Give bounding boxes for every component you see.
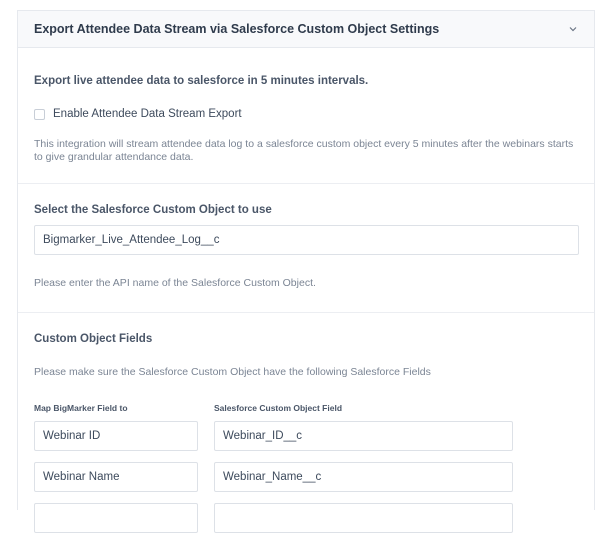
col-label-salesforce: Salesforce Custom Object Field	[214, 403, 343, 413]
enable-stream-checkbox[interactable]	[34, 108, 45, 120]
bigmarker-field-input[interactable]	[34, 421, 198, 451]
fields-section: Custom Object Fields Please make sure th…	[18, 313, 594, 533]
stream-description: This integration will stream attendee da…	[34, 138, 574, 163]
fields-help: Please make sure the Salesforce Custom O…	[34, 366, 431, 378]
salesforce-field-input[interactable]	[214, 462, 513, 492]
panel-title: Export Attendee Data Stream via Salesfor…	[34, 22, 440, 36]
custom-object-heading: Select the Salesforce Custom Object to u…	[34, 204, 272, 216]
settings-panel: Export Attendee Data Stream via Salesfor…	[17, 10, 595, 533]
salesforce-field-input[interactable]	[214, 421, 513, 451]
custom-object-input[interactable]	[34, 225, 579, 255]
enable-stream-label[interactable]: Enable Attendee Data Stream Export	[53, 108, 242, 120]
bigmarker-field-input[interactable]	[34, 503, 198, 533]
col-label-bigmarker: Map BigMarker Field to	[34, 403, 128, 413]
fields-heading: Custom Object Fields	[34, 333, 153, 345]
stream-section: Export live attendee data to salesforce …	[18, 48, 594, 184]
salesforce-field-input[interactable]	[214, 503, 513, 533]
custom-object-section: Select the Salesforce Custom Object to u…	[18, 184, 594, 313]
panel-header[interactable]: Export Attendee Data Stream via Salesfor…	[18, 11, 594, 48]
chevron-down-icon[interactable]	[568, 24, 578, 34]
bigmarker-field-input[interactable]	[34, 462, 198, 492]
custom-object-help: Please enter the API name of the Salesfo…	[34, 277, 316, 289]
stream-heading: Export live attendee data to salesforce …	[34, 75, 369, 87]
enable-stream-row[interactable]: Enable Attendee Data Stream Export	[34, 108, 242, 120]
